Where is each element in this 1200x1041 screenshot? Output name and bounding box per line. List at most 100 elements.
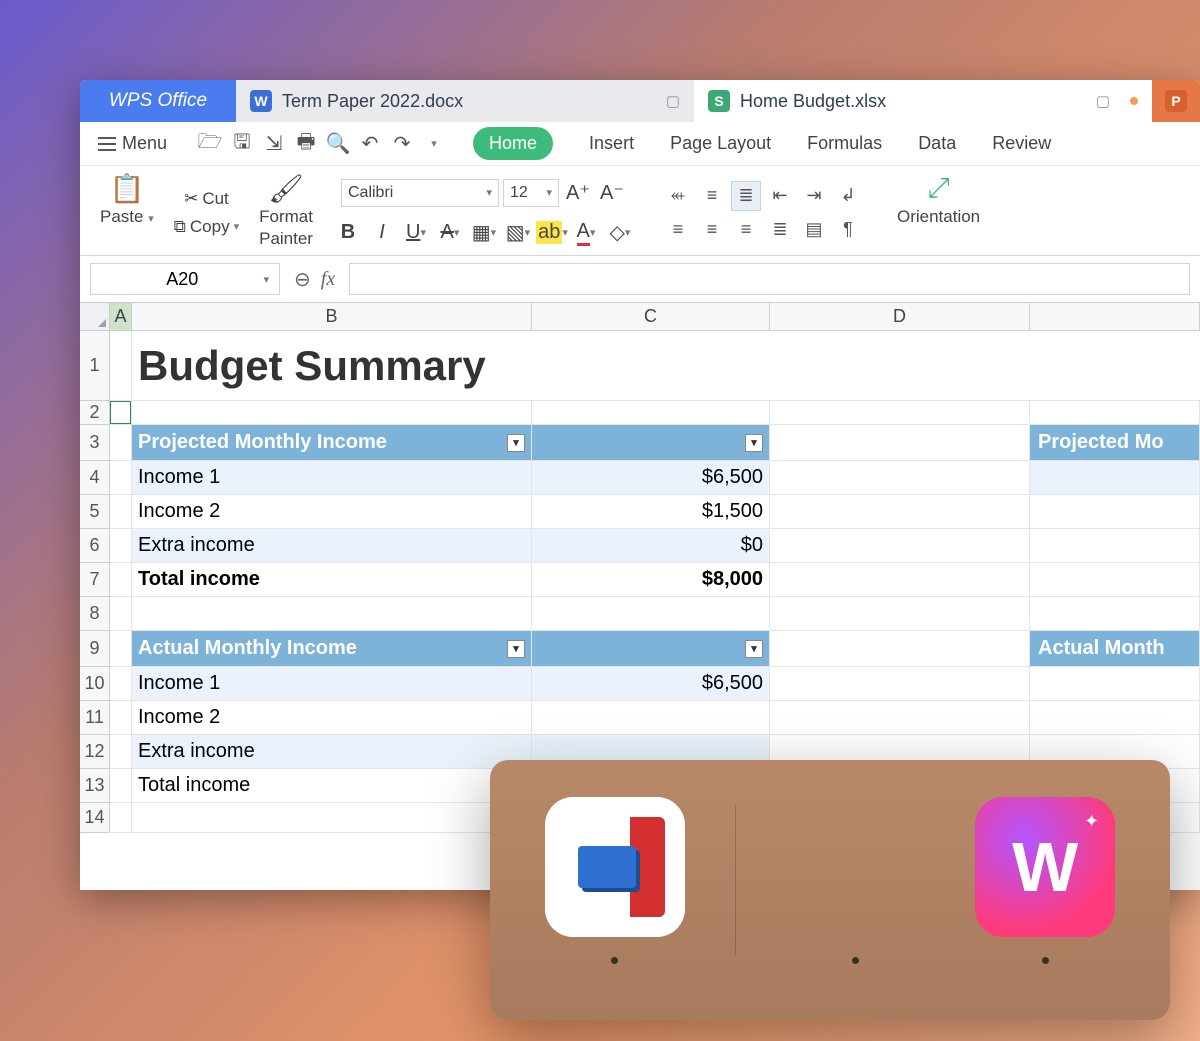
open-icon[interactable]: 🗁	[197, 131, 223, 157]
font-size-combo[interactable]: 12▾	[503, 179, 559, 207]
cell[interactable]	[110, 563, 132, 597]
cell[interactable]: Total income	[132, 563, 532, 597]
cell[interactable]	[770, 563, 1030, 597]
section-header-right[interactable]: Actual Month	[1030, 631, 1200, 667]
cell[interactable]: ▾	[532, 631, 770, 667]
undo-icon[interactable]: ↶	[357, 131, 383, 157]
ribbon-tab-formulas[interactable]: Formulas	[807, 133, 882, 154]
ribbon-tab-page-layout[interactable]: Page Layout	[670, 133, 771, 154]
ribbon-tab-review[interactable]: Review	[992, 133, 1051, 154]
cell[interactable]	[770, 425, 1030, 461]
section-header[interactable]: Projected Monthly Income▾	[132, 425, 532, 461]
cell[interactable]: $6,500	[532, 461, 770, 495]
window-mode-icon[interactable]: ▢	[666, 92, 680, 110]
window-mode-icon[interactable]: ▢	[1096, 92, 1110, 110]
cell[interactable]	[110, 425, 132, 461]
wps-home-tab[interactable]: WPS Office	[80, 80, 236, 122]
cell[interactable]	[532, 401, 770, 425]
cell[interactable]	[770, 597, 1030, 631]
rtl-icon[interactable]: ¶	[833, 215, 863, 245]
orientation-button[interactable]: ⤢ Orientation	[891, 172, 986, 227]
increase-font-icon[interactable]: A⁺	[563, 178, 593, 208]
save-icon[interactable]: 🖫	[229, 131, 255, 157]
cell[interactable]	[532, 701, 770, 735]
cell[interactable]: Total income	[132, 769, 532, 803]
underline-button[interactable]: U▾	[401, 218, 431, 248]
row-header[interactable]: 12	[80, 735, 110, 769]
cell[interactable]	[1030, 563, 1200, 597]
cell[interactable]	[532, 597, 770, 631]
cell[interactable]	[110, 701, 132, 735]
cell[interactable]	[1030, 667, 1200, 701]
cell[interactable]: $6,500	[532, 667, 770, 701]
increase-indent-icon[interactable]: ⇥	[799, 181, 829, 211]
cell[interactable]: Extra income	[132, 529, 532, 563]
cell[interactable]	[770, 667, 1030, 701]
cell[interactable]	[110, 461, 132, 495]
cell[interactable]	[132, 401, 532, 425]
redo-icon[interactable]: ↷	[389, 131, 415, 157]
cell[interactable]	[770, 461, 1030, 495]
ribbon-tab-data[interactable]: Data	[918, 133, 956, 154]
row-header[interactable]: 9	[80, 631, 110, 667]
cell[interactable]	[770, 401, 1030, 425]
section-header-right[interactable]: Projected Mo	[1030, 425, 1200, 461]
cell[interactable]	[110, 769, 132, 803]
cell[interactable]	[1030, 529, 1200, 563]
menu-button[interactable]: Menu	[90, 129, 175, 158]
cell[interactable]	[770, 631, 1030, 667]
cell[interactable]	[132, 597, 532, 631]
cell[interactable]: Income 1	[132, 667, 532, 701]
format-painter-button[interactable]: 🖌 Format Painter	[253, 172, 319, 249]
name-box[interactable]: A20 ▾	[90, 263, 280, 295]
row-header[interactable]: 14	[80, 803, 110, 833]
bold-button[interactable]: B	[333, 218, 363, 248]
cell[interactable]: Income 2	[132, 495, 532, 529]
cell[interactable]	[110, 667, 132, 701]
filter-dropdown-icon[interactable]: ▾	[745, 434, 763, 452]
row-header[interactable]: 10	[80, 667, 110, 701]
cell[interactable]	[110, 597, 132, 631]
filter-dropdown-icon[interactable]: ▾	[745, 640, 763, 658]
justify-icon[interactable]: ≣	[765, 215, 795, 245]
copy-button[interactable]: ⧉Copy ▾	[174, 217, 239, 237]
cell[interactable]: $1,500	[532, 495, 770, 529]
row-header[interactable]: 13	[80, 769, 110, 803]
decrease-indent-icon[interactable]: ⇤	[765, 181, 795, 211]
font-color-button[interactable]: A▾	[571, 218, 601, 248]
eraser-button[interactable]: ◇▾	[605, 218, 635, 248]
row-header[interactable]: 4	[80, 461, 110, 495]
col-header-rest[interactable]	[1030, 303, 1200, 331]
decrease-font-icon[interactable]: A⁻	[597, 178, 627, 208]
tab-document-word[interactable]: W Term Paper 2022.docx ▢	[236, 80, 694, 122]
dock-item-windows[interactable]	[785, 797, 925, 964]
highlight-button[interactable]: ab▾	[537, 218, 567, 248]
fill-color-button[interactable]: ▧▾	[503, 218, 533, 248]
row-header[interactable]: 11	[80, 701, 110, 735]
cut-button[interactable]: ✂Cut	[184, 189, 229, 209]
dock-item-parallels[interactable]	[545, 797, 685, 964]
cell[interactable]: Income 1	[132, 461, 532, 495]
row-header[interactable]: 8	[80, 597, 110, 631]
cell[interactable]: Income 2	[132, 701, 532, 735]
borders-button[interactable]: ▦▾	[469, 218, 499, 248]
cell[interactable]: Extra income	[132, 735, 532, 769]
cell[interactable]: ▾	[532, 425, 770, 461]
cell[interactable]	[1030, 701, 1200, 735]
cell[interactable]	[1030, 495, 1200, 529]
col-header-B[interactable]: B	[132, 303, 532, 331]
col-header-A[interactable]: A	[110, 303, 132, 331]
qat-customize-icon[interactable]: ▾	[421, 131, 447, 157]
filter-dropdown-icon[interactable]: ▾	[507, 434, 525, 452]
cell[interactable]	[770, 529, 1030, 563]
section-header[interactable]: Actual Monthly Income▾	[132, 631, 532, 667]
tab-document-sheet[interactable]: S Home Budget.xlsx ▢	[694, 80, 1152, 122]
row-header[interactable]: 2	[80, 401, 110, 425]
filter-dropdown-icon[interactable]: ▾	[507, 640, 525, 658]
cell[interactable]	[110, 735, 132, 769]
cell[interactable]	[110, 529, 132, 563]
print-icon[interactable]: 🖶	[293, 131, 319, 157]
cell[interactable]	[110, 331, 132, 401]
cell[interactable]	[1030, 401, 1200, 425]
cancel-formula-icon[interactable]: ⊖	[294, 267, 311, 292]
